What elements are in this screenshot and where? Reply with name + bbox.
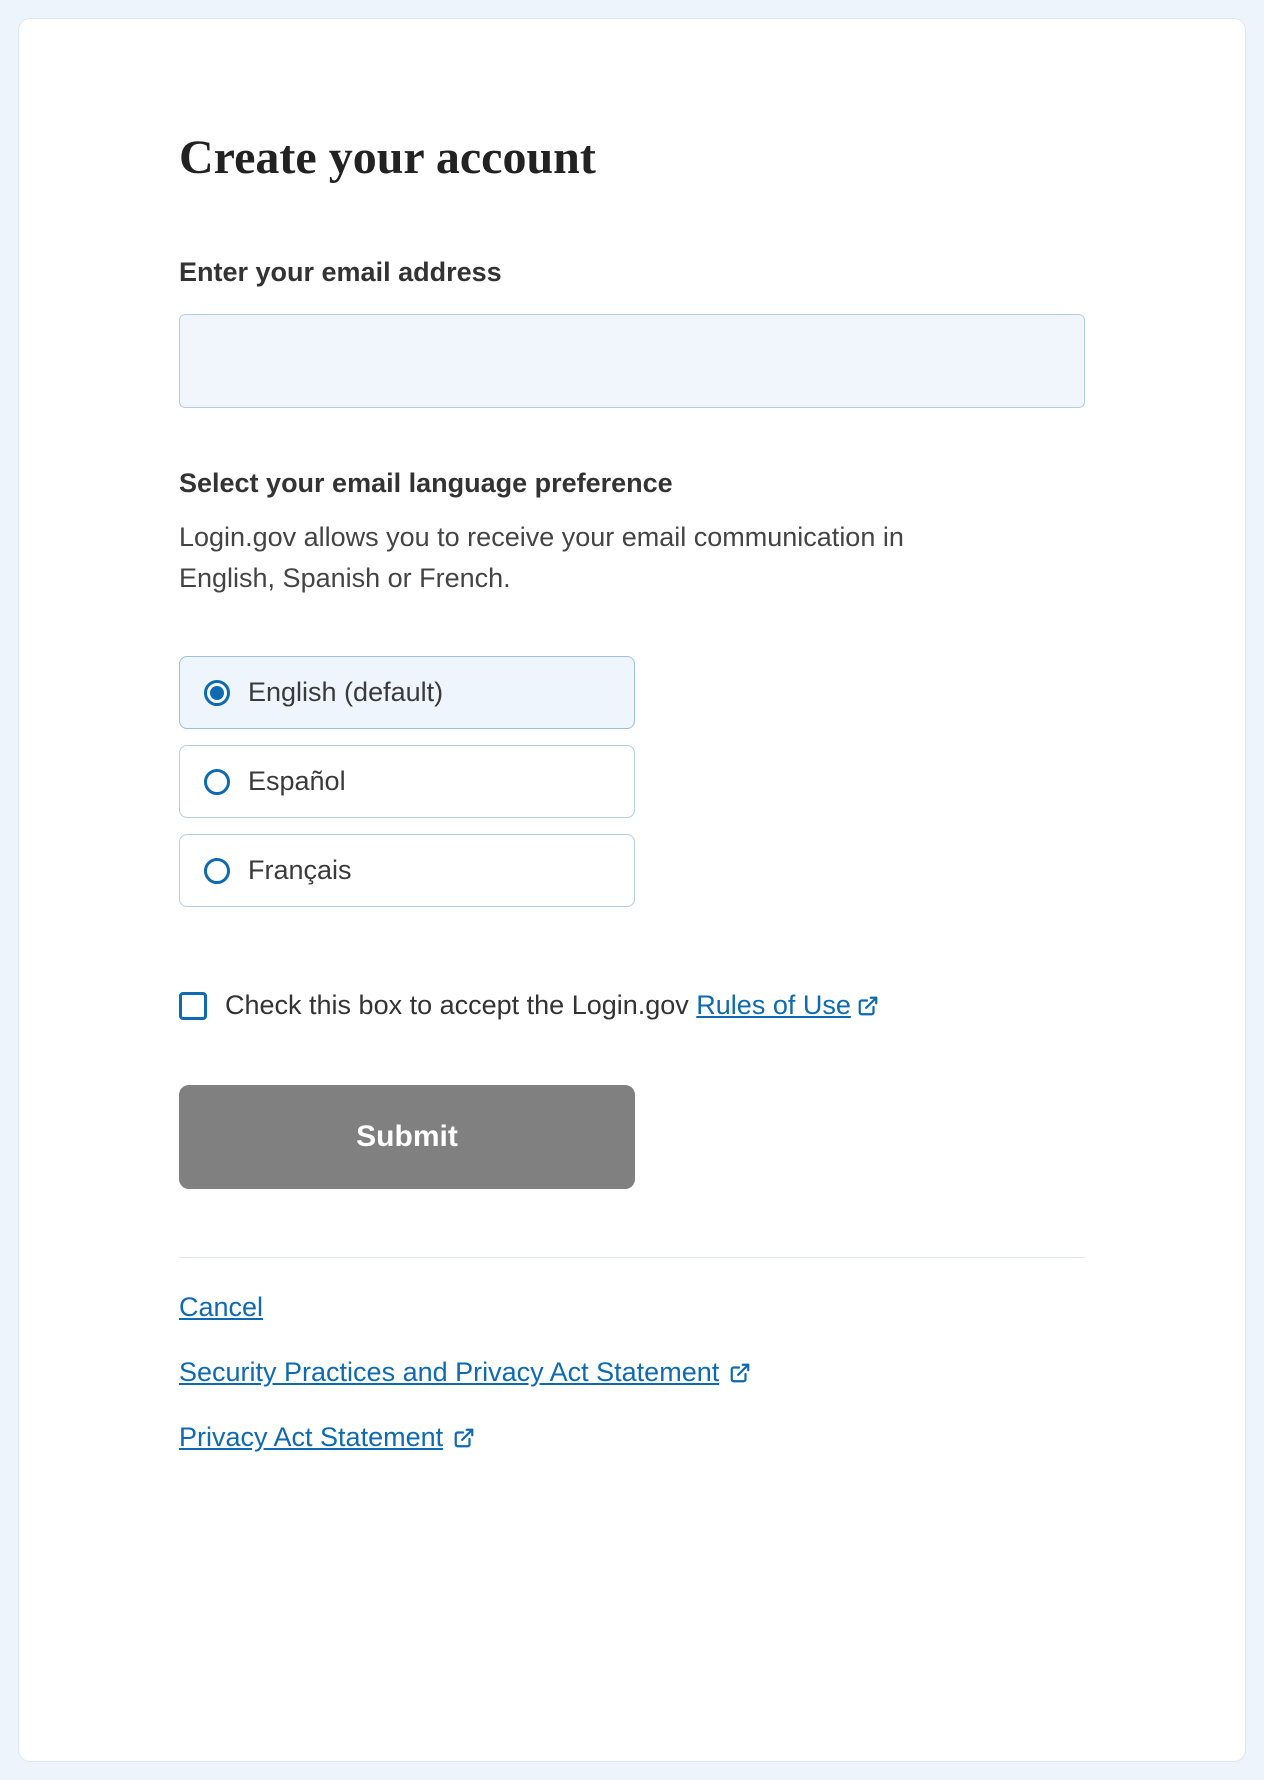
divider [179, 1257, 1085, 1258]
security-practices-link[interactable]: Security Practices and Privacy Act State… [179, 1357, 751, 1388]
privacy-act-label: Privacy Act Statement [179, 1422, 443, 1453]
external-link-icon [857, 995, 879, 1017]
footer-links: Cancel Security Practices and Privacy Ac… [179, 1292, 1085, 1453]
page-background: Create your account Enter your email add… [0, 0, 1264, 1780]
external-link-icon [453, 1427, 475, 1449]
security-practices-label: Security Practices and Privacy Act State… [179, 1357, 719, 1388]
consent-row: Check this box to accept the Login.gov R… [179, 987, 1085, 1025]
language-option-english[interactable]: English (default) [179, 656, 635, 729]
radio-icon [204, 680, 230, 706]
page-title: Create your account [179, 129, 1085, 187]
language-option-label: Español [248, 766, 346, 797]
language-helper-text: Login.gov allows you to receive your ema… [179, 517, 999, 601]
consent-checkbox[interactable] [179, 992, 207, 1020]
form-card: Create your account Enter your email add… [18, 18, 1246, 1762]
privacy-act-link[interactable]: Privacy Act Statement [179, 1422, 475, 1453]
rules-of-use-label: Rules of Use [696, 987, 851, 1025]
cancel-link[interactable]: Cancel [179, 1292, 263, 1323]
language-option-label: Français [248, 855, 352, 886]
language-radio-group: English (default) Español Français [179, 656, 1085, 907]
cancel-link-label: Cancel [179, 1292, 263, 1323]
radio-icon [204, 769, 230, 795]
language-section-title: Select your email language preference [179, 468, 1085, 499]
external-link-icon [729, 1362, 751, 1384]
language-option-french[interactable]: Français [179, 834, 635, 907]
rules-of-use-link[interactable]: Rules of Use [696, 987, 879, 1025]
email-input[interactable] [179, 314, 1085, 408]
email-label: Enter your email address [179, 257, 1085, 288]
language-option-label: English (default) [248, 677, 443, 708]
consent-prefix: Check this box to accept the Login.gov [225, 990, 696, 1020]
submit-button[interactable]: Submit [179, 1085, 635, 1189]
consent-text: Check this box to accept the Login.gov R… [225, 987, 879, 1025]
language-option-spanish[interactable]: Español [179, 745, 635, 818]
radio-icon [204, 858, 230, 884]
